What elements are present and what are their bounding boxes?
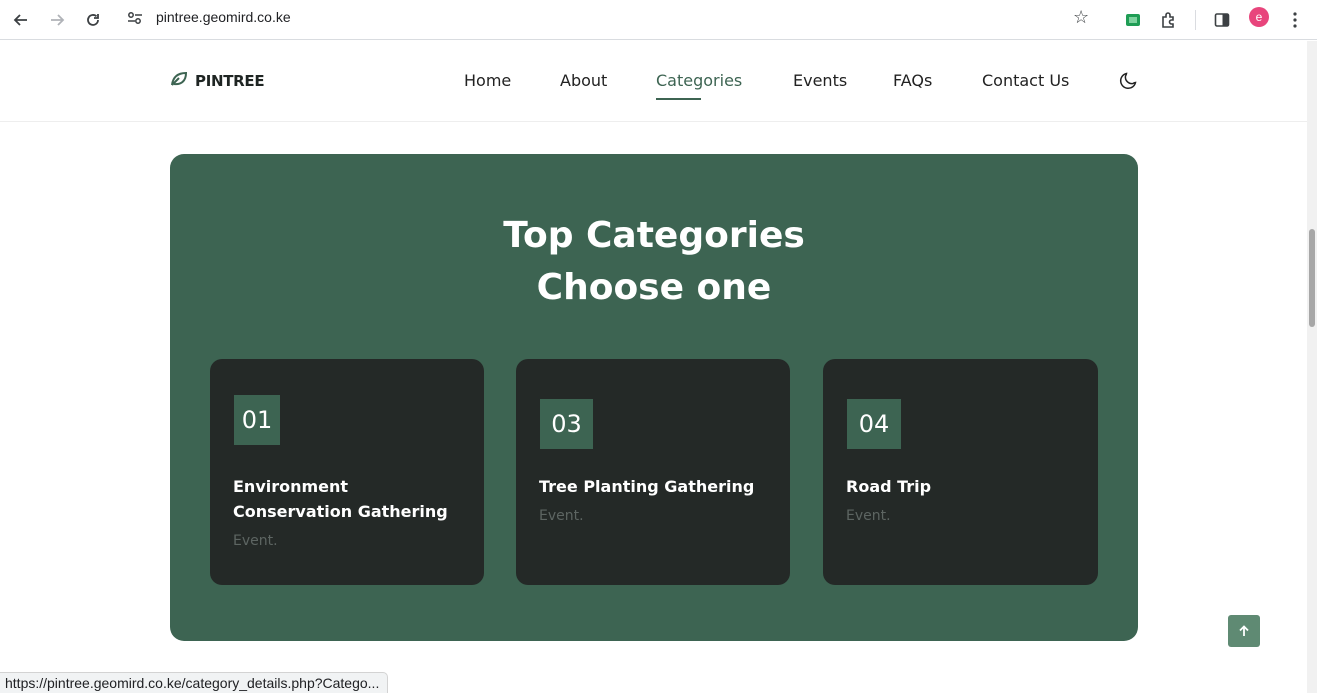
- category-card[interactable]: 04 Road Trip Event.: [823, 359, 1098, 585]
- logo[interactable]: PINTREE: [170, 71, 265, 91]
- category-card[interactable]: 03 Tree Planting Gathering Event.: [516, 359, 790, 585]
- nav-contact-us[interactable]: Contact Us: [982, 71, 1069, 90]
- category-title[interactable]: Tree Planting Gathering: [539, 474, 759, 499]
- extension-badge-icon[interactable]: [1120, 7, 1146, 33]
- back-icon[interactable]: [8, 7, 34, 33]
- more-menu-icon[interactable]: [1282, 7, 1308, 33]
- page-viewport: PINTREE Home About Categories Events FAQ…: [0, 41, 1307, 693]
- category-card[interactable]: 01 Environment Conservation Gathering Ev…: [210, 359, 484, 585]
- forward-icon[interactable]: [44, 7, 70, 33]
- site-header: PINTREE Home About Categories Events FAQ…: [0, 41, 1307, 122]
- scrollbar-thumb[interactable]: [1309, 229, 1315, 327]
- category-number: 01: [234, 395, 280, 445]
- extensions-puzzle-icon[interactable]: [1156, 7, 1182, 33]
- category-title[interactable]: Road Trip: [846, 474, 1066, 499]
- section-title: Top Categories Choose one: [170, 210, 1138, 314]
- page-scrollbar[interactable]: [1307, 41, 1317, 693]
- arrow-up-icon: [1238, 622, 1250, 641]
- top-categories-section: Top Categories Choose one 01 Environment…: [170, 154, 1138, 641]
- link-status-bubble: https://pintree.geomird.co.ke/category_d…: [0, 672, 389, 693]
- browser-toolbar: pintree.geomird.co.ke ☆ e: [0, 0, 1317, 40]
- reload-icon[interactable]: [80, 7, 106, 33]
- nav-categories[interactable]: Categories: [656, 71, 742, 90]
- toolbar-divider: [1195, 10, 1196, 30]
- profile-avatar[interactable]: e: [1249, 7, 1269, 27]
- nav-faqs[interactable]: FAQs: [893, 71, 932, 90]
- category-number: 03: [540, 399, 593, 449]
- title-line-2: Choose one: [536, 267, 772, 308]
- leaf-icon: [170, 71, 188, 91]
- category-title[interactable]: Environment Conservation Gathering: [233, 474, 453, 524]
- moon-icon[interactable]: [1118, 71, 1138, 91]
- nav-about[interactable]: About: [560, 71, 607, 90]
- address-bar[interactable]: pintree.geomird.co.ke ☆: [118, 3, 1106, 33]
- category-subtitle: Event.: [233, 533, 278, 549]
- category-subtitle: Event.: [846, 508, 891, 524]
- category-number: 04: [847, 399, 901, 449]
- category-subtitle: Event.: [539, 508, 584, 524]
- nav-home[interactable]: Home: [464, 71, 511, 90]
- title-line-1: Top Categories: [503, 215, 805, 256]
- nav-events[interactable]: Events: [793, 71, 847, 90]
- url-text[interactable]: pintree.geomird.co.ke: [156, 9, 291, 25]
- site-info-icon[interactable]: [126, 9, 144, 27]
- side-panel-icon[interactable]: [1209, 7, 1235, 33]
- back-to-top-button[interactable]: [1228, 615, 1260, 647]
- bookmark-star-icon[interactable]: ☆: [1073, 7, 1089, 28]
- active-nav-underline: [656, 98, 701, 100]
- logo-text: PINTREE: [195, 72, 265, 90]
